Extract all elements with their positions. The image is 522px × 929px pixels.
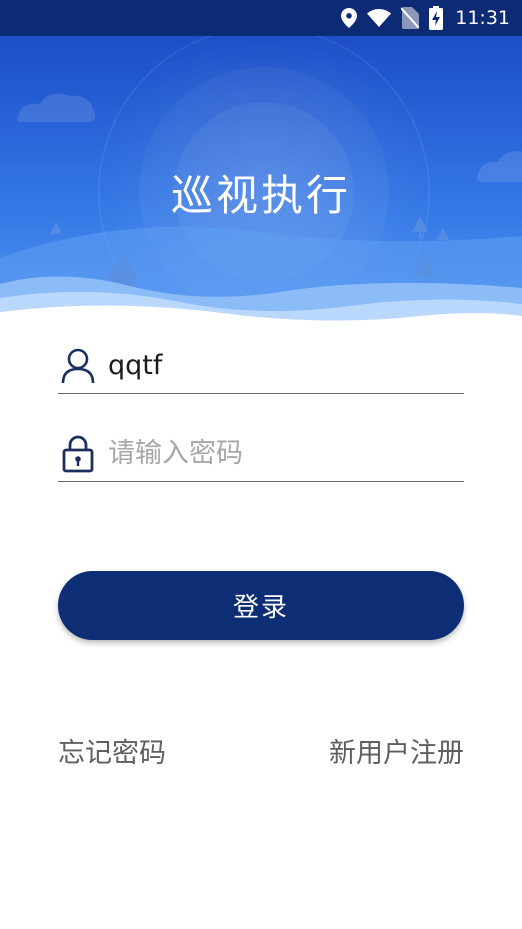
user-icon: [60, 346, 96, 386]
lock-icon: [60, 434, 96, 474]
wifi-icon: [367, 9, 392, 27]
forgot-password-link[interactable]: 忘记密码: [58, 731, 166, 770]
username-field: [58, 338, 464, 394]
header-banner: 巡视执行: [0, 36, 522, 326]
app-title: 巡视执行: [170, 171, 351, 220]
location-icon: [341, 8, 358, 28]
register-link[interactable]: 新用户注册: [329, 731, 464, 770]
username-input[interactable]: [108, 345, 448, 386]
no-sim-icon: [401, 7, 420, 29]
login-button[interactable]: 登录: [58, 571, 464, 640]
login-screen: 11:31 巡视执行 qqtf 登录 忘记密码 新用户注册: [0, 0, 522, 929]
battery-charging-icon: [429, 6, 444, 30]
password-field: [58, 426, 464, 482]
password-input[interactable]: [108, 433, 448, 474]
status-bar: 11:31: [0, 0, 522, 36]
status-time: 11:31: [455, 7, 510, 29]
